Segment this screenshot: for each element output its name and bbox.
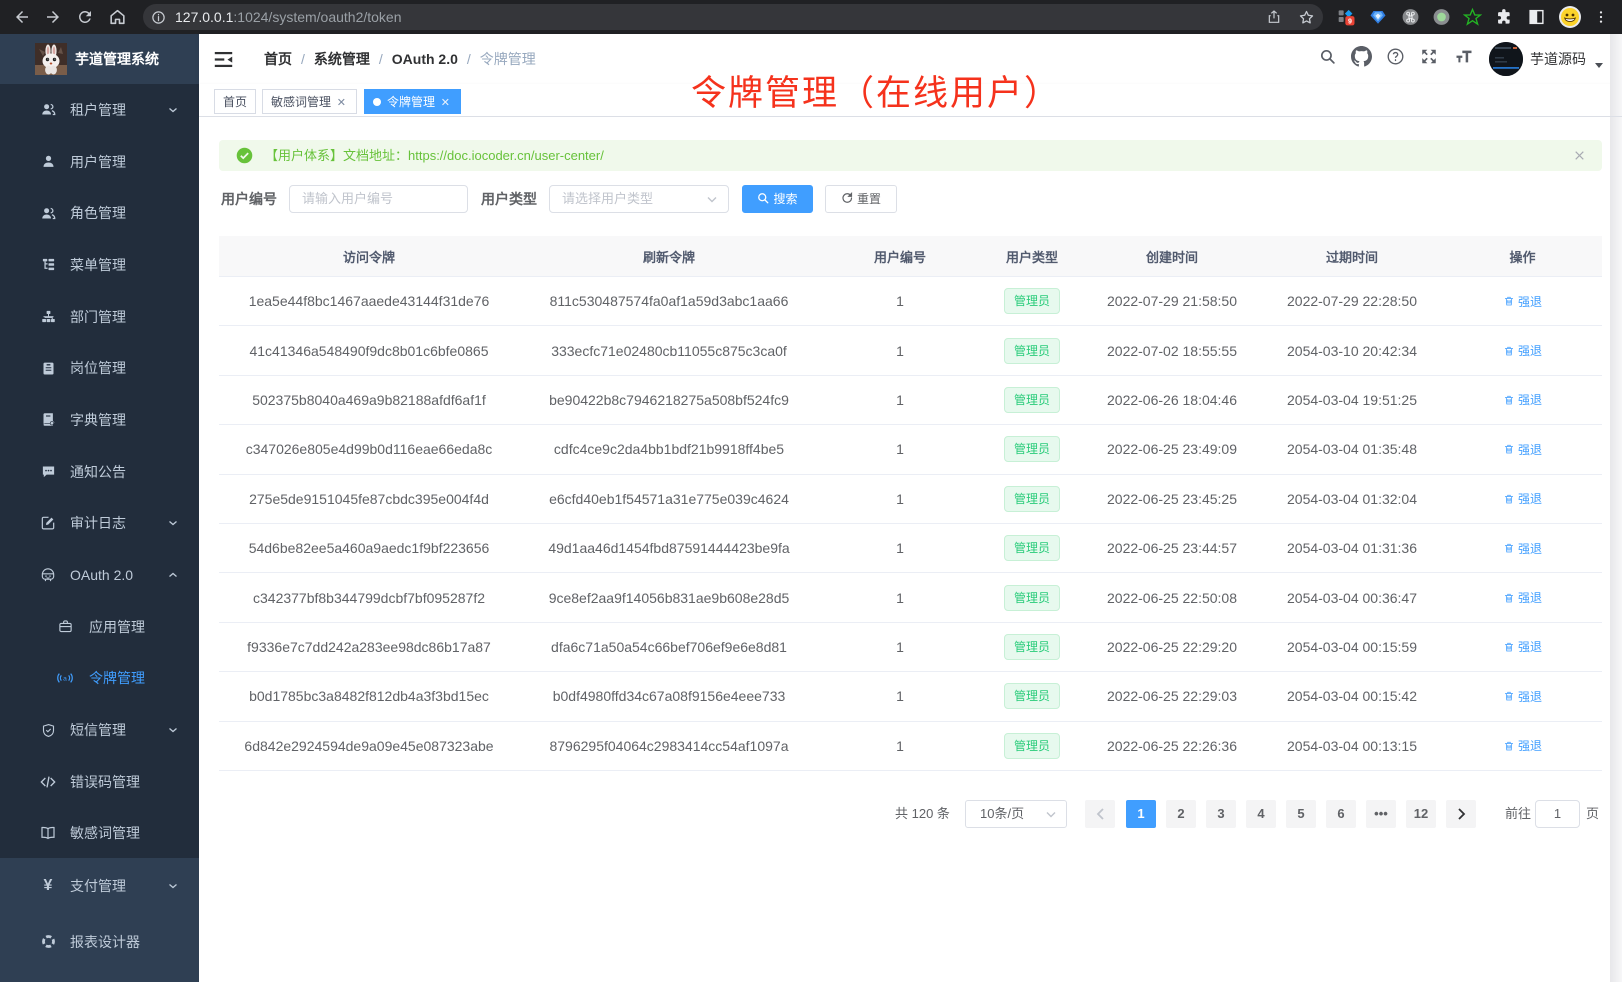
svg-text:9: 9 xyxy=(1348,17,1352,25)
svg-text:a: a xyxy=(63,676,67,683)
